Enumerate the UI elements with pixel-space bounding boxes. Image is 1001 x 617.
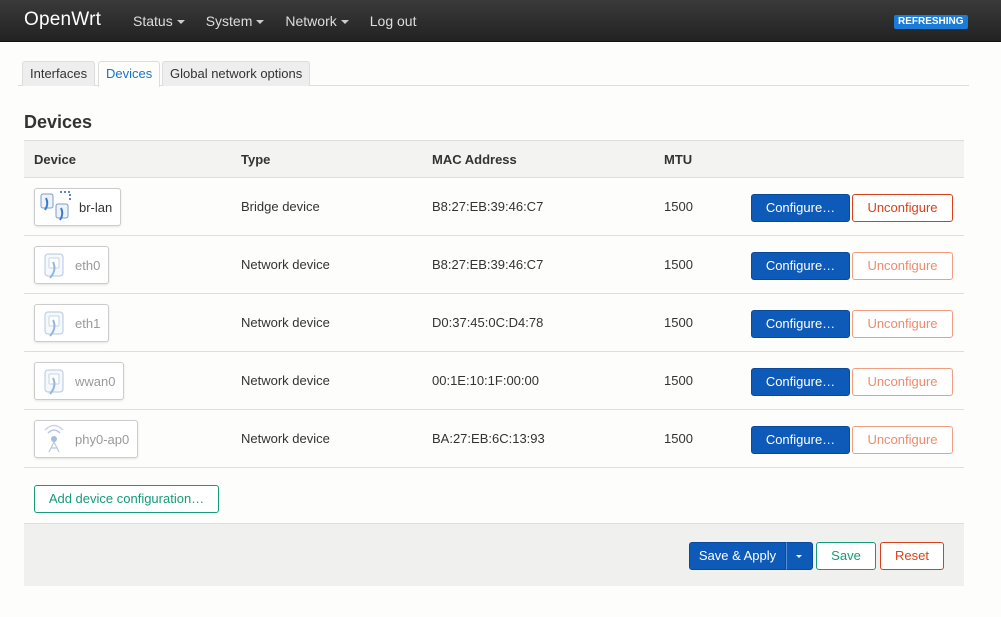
column-header-mtu: MTU [664,152,693,167]
device-name: wwan0 [75,373,116,389]
tab-global-network-options[interactable]: Global network options [162,61,311,86]
configure-button[interactable]: Configure… [751,252,850,280]
tab-devices[interactable]: Devices [98,61,161,87]
device-mac: B8:27:EB:39:46:C7 [432,257,544,272]
device-name: eth1 [75,315,101,331]
device-mac: 00:1E:10:1F:00:00 [432,373,539,388]
refreshing-badge[interactable]: REFRESHING [894,15,968,29]
device-type: Network device [241,257,330,272]
add-device-configuration-button[interactable]: Add device configuration… [34,485,219,513]
unconfigure-button[interactable]: Unconfigure [852,252,953,280]
configure-button[interactable]: Configure… [751,368,850,396]
unconfigure-button[interactable]: Unconfigure [852,426,953,454]
reset-button[interactable]: Reset [880,542,944,570]
ethernet-icon [44,311,64,337]
device-mtu: 1500 [664,373,693,388]
tab-interfaces[interactable]: Interfaces [22,61,96,86]
section-title: Devices [24,112,93,132]
device-badge: eth0 [34,246,110,284]
device-name: phy0-ap0 [75,431,130,447]
save-apply-dropdown-toggle[interactable] [786,542,813,570]
device-type: Network device [241,373,330,388]
save-button[interactable]: Save [816,542,876,570]
device-badge: wwan0 [34,362,125,400]
device-badge: phy0-ap0 [34,420,139,458]
device-badge: br-lan [34,188,122,226]
device-mtu: 1500 [664,315,693,330]
column-header-mac: MAC Address [432,152,517,167]
save-apply-button[interactable]: Save & Apply [689,542,786,570]
chevron-down-icon [340,19,349,24]
device-mtu: 1500 [664,199,693,214]
action-footer: Save & Apply Save Reset [24,523,964,586]
chevron-down-icon [176,19,185,24]
configure-button[interactable]: Configure… [751,310,850,338]
configure-button[interactable]: Configure… [751,194,850,222]
wifi-icon [44,424,64,453]
table-header: Device Type MAC Address MTU [24,140,964,178]
top-navbar: OpenWrt Status System Network Log out RE… [0,0,1001,42]
column-header-device: Device [34,152,76,167]
table-row: eth0 Network device B8:27:EB:39:46:C7 15… [24,236,964,294]
menu-status-label: Status [133,13,173,29]
chevron-down-icon [256,19,265,24]
table-row: br-lan Bridge device B8:27:EB:39:46:C7 1… [24,178,964,236]
menu-system-label: System [205,13,253,29]
column-header-type: Type [241,152,271,167]
ethernet-icon [44,369,64,395]
bridge-icon [40,191,71,221]
device-name: eth0 [75,257,101,273]
devices-table: Device Type MAC Address MTU br-lan Bridg… [24,140,964,468]
tab-bar: Interfaces Devices Global network option… [18,61,969,87]
device-mtu: 1500 [664,431,693,446]
device-mac: BA:27:EB:6C:13:93 [432,431,545,446]
menu-logout-label: Log out [369,13,417,29]
menu-system[interactable]: System [206,0,265,42]
unconfigure-button[interactable]: Unconfigure [852,368,953,396]
device-type: Bridge device [241,199,320,214]
device-mtu: 1500 [664,257,693,272]
device-badge: eth1 [34,304,110,342]
menu-network[interactable]: Network [285,0,349,42]
device-type: Network device [241,315,330,330]
device-name: br-lan [79,199,113,215]
main-menu: Status System Network Log out [133,0,437,42]
unconfigure-button[interactable]: Unconfigure [852,194,953,222]
brand-logo[interactable]: OpenWrt [24,9,101,31]
table-row: wwan0 Network device 00:1E:10:1F:00:00 1… [24,352,964,410]
menu-logout[interactable]: Log out [370,0,417,42]
unconfigure-button[interactable]: Unconfigure [852,310,953,338]
table-row: phy0-ap0 Network device BA:27:EB:6C:13:9… [24,410,964,468]
menu-network-label: Network [285,13,337,29]
device-mac: D0:37:45:0C:D4:78 [432,315,544,330]
device-mac: B8:27:EB:39:46:C7 [432,199,544,214]
table-row: eth1 Network device D0:37:45:0C:D4:78 15… [24,294,964,352]
configure-button[interactable]: Configure… [751,426,850,454]
device-type: Network device [241,431,330,446]
menu-status[interactable]: Status [133,0,185,42]
chevron-down-icon [796,555,802,558]
ethernet-icon [44,253,64,279]
